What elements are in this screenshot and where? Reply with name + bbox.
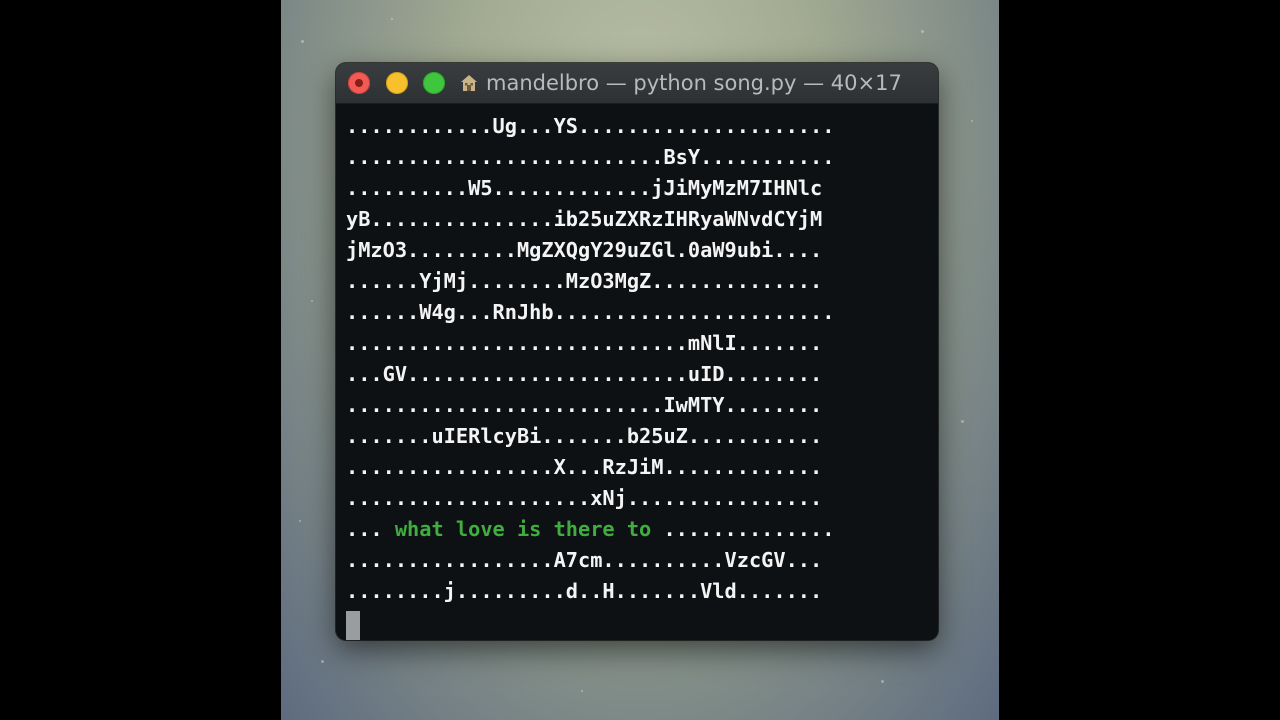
background-speck bbox=[971, 120, 973, 122]
terminal-line: ............Ug...YS..................... bbox=[346, 114, 835, 138]
background-speck bbox=[581, 690, 583, 692]
window-titlebar[interactable]: mandelbro — python song.py — 40×17 bbox=[336, 63, 938, 104]
terminal-line: ..........................IwMTY........ bbox=[346, 393, 823, 417]
terminal-line-suffix: .............. bbox=[651, 517, 835, 541]
home-folder-icon bbox=[461, 75, 477, 91]
terminal-line bbox=[346, 607, 932, 640]
terminal-line: jMzO3.........MgZXQgY29uZGl.0aW9ubi.... bbox=[346, 238, 823, 262]
background-speck bbox=[311, 300, 313, 302]
terminal-line: ......W4g...RnJhb....................... bbox=[346, 300, 835, 324]
terminal-line: ..........W5.............jJiMyMzM7IHNlc bbox=[346, 176, 823, 200]
terminal-line: ........j.........d..H.......Vld....... bbox=[346, 579, 823, 603]
terminal-line: ............................mNlI....... bbox=[346, 331, 823, 355]
minimize-icon[interactable] bbox=[386, 72, 408, 94]
terminal-window[interactable]: mandelbro — python song.py — 40×17 .....… bbox=[336, 63, 938, 640]
lyric-text: what love is there to bbox=[394, 517, 652, 541]
window-title-text: mandelbro — python song.py — 40×17 bbox=[486, 71, 902, 95]
background-speck bbox=[299, 520, 301, 522]
terminal-line: .......uIERlcyBi.......b25uZ........... bbox=[346, 424, 823, 448]
background-speck bbox=[391, 18, 393, 20]
maximize-icon[interactable] bbox=[423, 72, 445, 94]
background-speck bbox=[881, 680, 884, 683]
terminal-line: ... what love is there to .............. bbox=[346, 514, 932, 545]
terminal-line: ..........................BsY........... bbox=[346, 145, 835, 169]
terminal-line: .................X...RzJiM............. bbox=[346, 455, 823, 479]
background-speck bbox=[321, 660, 324, 663]
desktop-background: mandelbro — python song.py — 40×17 .....… bbox=[281, 0, 999, 720]
terminal-cursor bbox=[346, 611, 360, 640]
close-icon[interactable] bbox=[348, 72, 370, 94]
terminal-line: yB...............ib25uZXRzIHRyaWNvdCYjM bbox=[346, 207, 823, 231]
terminal-line: ......YjMj........MzO3MgZ.............. bbox=[346, 269, 823, 293]
background-speck bbox=[961, 420, 964, 423]
terminal-line-prefix: ... bbox=[346, 517, 395, 541]
terminal-output[interactable]: ............Ug...YS.....................… bbox=[346, 111, 932, 640]
terminal-line: ....................xNj................ bbox=[346, 486, 823, 510]
background-speck bbox=[301, 40, 304, 43]
terminal-line: .................A7cm..........VzcGV... bbox=[346, 548, 823, 572]
background-speck bbox=[921, 30, 924, 33]
terminal-line: ...GV.......................uID........ bbox=[346, 362, 823, 386]
window-title: mandelbro — python song.py — 40×17 bbox=[460, 70, 902, 96]
